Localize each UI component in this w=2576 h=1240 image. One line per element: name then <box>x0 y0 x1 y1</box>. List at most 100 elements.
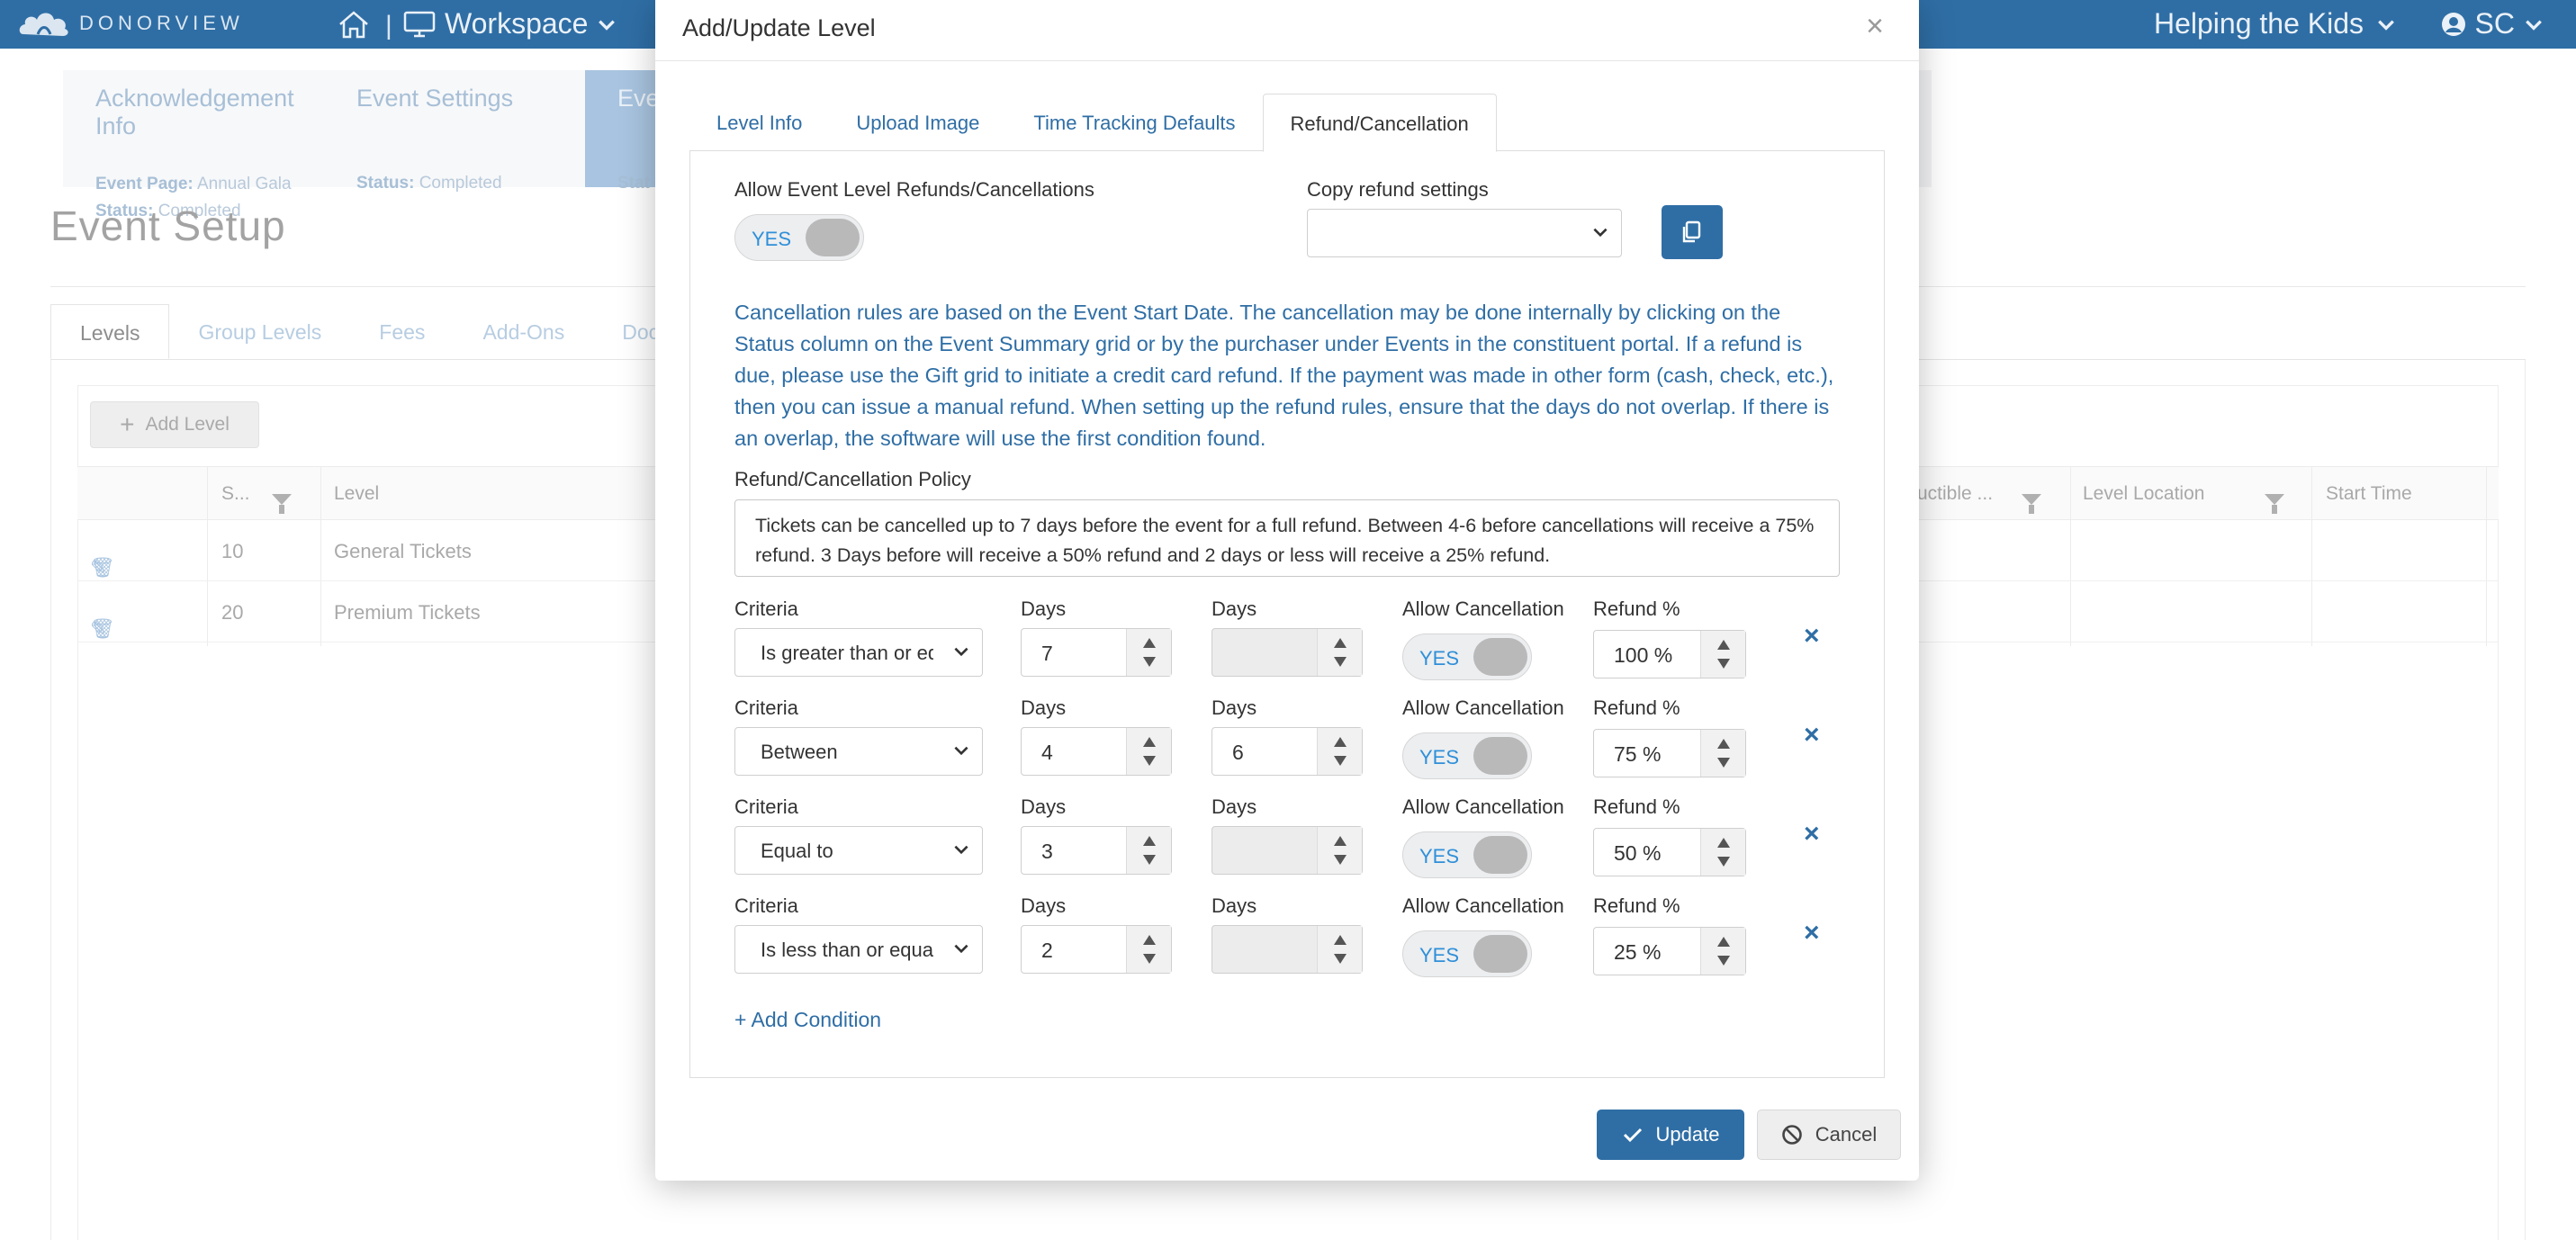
stepper-arrows[interactable] <box>1317 629 1362 676</box>
days-to-input[interactable] <box>1211 628 1363 677</box>
tab-time-tracking-defaults[interactable]: Time Tracking Defaults <box>1006 94 1262 151</box>
days-to-input[interactable]: 6 <box>1211 727 1363 776</box>
refund-percent-label: Refund % <box>1593 894 1680 917</box>
stepper-arrows[interactable] <box>1317 827 1362 874</box>
days-to-input[interactable] <box>1211 925 1363 974</box>
days-from-input[interactable]: 4 <box>1021 727 1172 776</box>
stepper-arrows[interactable] <box>1317 926 1362 973</box>
tab-add-ons[interactable]: Add-Ons <box>454 304 593 359</box>
trash-icon[interactable]: 🗑 <box>90 617 115 641</box>
stepper-arrows[interactable] <box>1126 728 1171 775</box>
column-header-level[interactable]: Level <box>334 483 379 505</box>
refund-percent-input[interactable]: 25 % <box>1593 927 1746 975</box>
days-to-label: Days <box>1211 894 1257 917</box>
wizard-step-acknowledgement[interactable]: Acknowledgement Info Event Page: Annual … <box>63 70 324 220</box>
policy-textarea[interactable]: Tickets can be cancelled up to 7 days be… <box>734 499 1840 577</box>
days-from-label: Days <box>1021 696 1067 719</box>
days-from-input[interactable]: 7 <box>1021 628 1172 677</box>
copy-settings-button[interactable] <box>1662 205 1723 259</box>
allow-cancellation-toggle[interactable]: YES <box>1402 732 1532 779</box>
select-value: Between <box>761 741 838 763</box>
column-header-start-time[interactable]: Start Time <box>2326 483 2412 505</box>
tab-level-info[interactable]: Level Info <box>689 94 829 151</box>
workspace-menu[interactable]: Workspace <box>403 7 617 40</box>
remove-condition-icon[interactable]: × <box>1804 623 1820 650</box>
close-icon[interactable]: × <box>1860 11 1890 41</box>
add-condition-link[interactable]: + Add Condition <box>734 1008 881 1032</box>
allow-refunds-toggle[interactable]: YES <box>734 214 864 261</box>
wizard-step-event-settings[interactable]: Event Settings Status: Completed <box>324 70 585 193</box>
refund-percent-input[interactable]: 75 % <box>1593 729 1746 777</box>
criteria-select[interactable]: Between <box>734 727 983 776</box>
filter-icon[interactable] <box>272 489 292 514</box>
org-switcher[interactable]: Helping the Kids <box>2154 7 2396 40</box>
toggle-knob <box>1473 638 1527 676</box>
column-header-deductible[interactable]: uctible ... <box>1917 483 1993 505</box>
cancellation-rules-info: Cancellation rules are based on the Even… <box>734 301 1834 450</box>
days-from-input[interactable]: 2 <box>1021 925 1172 974</box>
stepper-arrows[interactable] <box>1126 926 1171 973</box>
filter-icon[interactable] <box>2022 489 2041 514</box>
stepper-arrows[interactable] <box>1126 629 1171 676</box>
stepper-arrows[interactable] <box>1126 827 1171 874</box>
home-icon[interactable] <box>337 9 371 40</box>
modal-tabs: Level Info Upload Image Time Tracking De… <box>689 94 1885 152</box>
donorview-logo[interactable]: DONORVIEW <box>18 7 244 40</box>
toggle-label: YES <box>752 228 792 250</box>
wizard-step-edge <box>1917 70 1932 187</box>
monitor-icon <box>403 11 436 37</box>
select-value: Equal to <box>761 840 833 862</box>
column-header-seq[interactable]: S... <box>221 483 250 505</box>
copy-refund-settings-label: Copy refund settings <box>1307 178 1489 201</box>
stepper-arrows[interactable] <box>1700 631 1745 678</box>
toggle-knob <box>1473 737 1527 775</box>
tab-refund-cancellation[interactable]: Refund/Cancellation <box>1262 94 1497 152</box>
stepper-arrows[interactable] <box>1700 730 1745 777</box>
toggle-label: YES <box>1419 845 1460 867</box>
workspace-label: Workspace <box>445 7 589 40</box>
input-value: 75 % <box>1614 742 1662 766</box>
trash-icon[interactable]: 🗑 <box>90 556 115 580</box>
allow-cancellation-toggle[interactable]: YES <box>1402 831 1532 878</box>
days-from-input[interactable]: 3 <box>1021 826 1172 875</box>
add-level-button[interactable]: + Add Level <box>90 401 259 448</box>
criteria-select[interactable]: Is less than or equal to <box>734 925 983 974</box>
tab-upload-image[interactable]: Upload Image <box>829 94 1006 151</box>
tab-fees[interactable]: Fees <box>350 304 454 359</box>
criteria-select[interactable]: Equal to <box>734 826 983 875</box>
toggle-label: YES <box>1419 647 1460 669</box>
remove-condition-icon[interactable]: × <box>1804 821 1820 848</box>
days-to-label: Days <box>1211 696 1257 719</box>
allow-cancellation-toggle[interactable]: YES <box>1402 930 1532 977</box>
row-seq: 20 <box>221 601 244 624</box>
filter-icon[interactable] <box>2265 489 2284 514</box>
allow-cancellation-toggle[interactable]: YES <box>1402 633 1532 680</box>
stepper-arrows[interactable] <box>1700 829 1745 876</box>
column-header-level-location[interactable]: Level Location <box>2083 483 2204 505</box>
chevron-down-icon <box>954 746 968 756</box>
ban-icon <box>1781 1125 1802 1145</box>
allow-cancellation-label: Allow Cancellation <box>1402 598 1564 620</box>
tab-levels[interactable]: Levels <box>50 304 170 359</box>
stepper-arrows[interactable] <box>1700 928 1745 975</box>
select-value: Is less than or equal to <box>761 939 933 961</box>
criteria-label: Criteria <box>734 696 798 719</box>
tab-group-levels[interactable]: Group Levels <box>169 304 350 359</box>
copy-refund-settings-select[interactable] <box>1307 209 1622 257</box>
criteria-select[interactable]: Is greater than or equal to <box>734 628 983 677</box>
days-to-input[interactable] <box>1211 826 1363 875</box>
criteria-label: Criteria <box>734 795 798 818</box>
policy-label: Refund/Cancellation Policy <box>734 468 971 490</box>
cancel-button[interactable]: Cancel <box>1757 1110 1901 1160</box>
allow-refunds-label: Allow Event Level Refunds/Cancellations <box>734 178 1094 201</box>
remove-condition-icon[interactable]: × <box>1804 722 1820 749</box>
user-menu[interactable]: SC <box>2441 7 2544 40</box>
update-button[interactable]: Update <box>1597 1110 1744 1160</box>
stepper-arrows[interactable] <box>1317 728 1362 775</box>
wizard-step-details: Status: Completed <box>356 174 502 193</box>
remove-condition-icon[interactable]: × <box>1804 920 1820 947</box>
refund-percent-input[interactable]: 100 % <box>1593 630 1746 678</box>
row-level: Premium Tickets <box>334 601 481 624</box>
chevron-down-icon <box>954 647 968 657</box>
refund-percent-input[interactable]: 50 % <box>1593 828 1746 876</box>
